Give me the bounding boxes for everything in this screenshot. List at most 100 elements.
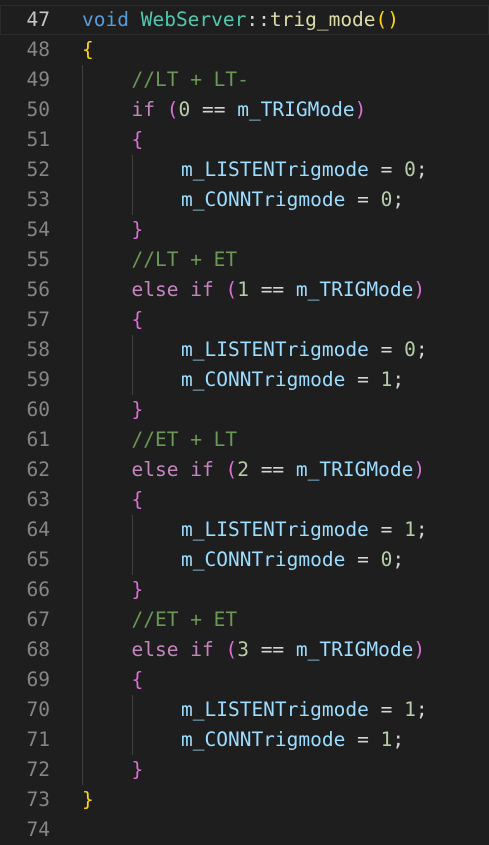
code-token: //ET + LT bbox=[131, 428, 238, 451]
code-token: { bbox=[82, 38, 94, 61]
code-token: 1 bbox=[380, 728, 393, 751]
code-token: 3 bbox=[237, 638, 249, 661]
code-token: //LT + ET bbox=[131, 248, 238, 271]
code-line[interactable]: 67 //ET + ET bbox=[0, 605, 489, 635]
indent-guide bbox=[82, 695, 83, 725]
line-code: m_LISTENTrigmode = 0; bbox=[181, 335, 428, 365]
code-line[interactable]: 64 m_LISTENTrigmode = 1; bbox=[0, 515, 489, 545]
code-token: = bbox=[345, 368, 381, 391]
code-line[interactable]: 74 bbox=[0, 815, 489, 845]
indent-guide bbox=[82, 305, 83, 335]
code-line[interactable]: 50 if (0 == m_TRIGMode) bbox=[0, 95, 489, 125]
code-token: :: bbox=[246, 8, 270, 31]
code-token: //ET + ET bbox=[131, 608, 238, 631]
code-line[interactable]: 61 //ET + LT bbox=[0, 425, 489, 455]
code-token: } bbox=[131, 218, 144, 241]
line-number: 71 bbox=[26, 728, 50, 751]
indent-guide bbox=[82, 125, 83, 155]
code-line[interactable]: 62 else if (2 == m_TRIGMode) bbox=[0, 455, 489, 485]
code-token: m_CONNTrigmode bbox=[181, 548, 346, 571]
code-line[interactable]: 55 //LT + ET bbox=[0, 245, 489, 275]
indent-guide bbox=[82, 425, 83, 455]
code-line[interactable]: 70 m_LISTENTrigmode = 1; bbox=[0, 695, 489, 725]
code-token: ( bbox=[225, 638, 238, 661]
line-code: } bbox=[132, 395, 144, 425]
code-token: if bbox=[190, 278, 214, 301]
code-line[interactable]: 68 else if (3 == m_TRIGMode) bbox=[0, 635, 489, 665]
code-line[interactable]: 63 { bbox=[0, 485, 489, 515]
code-token: ; bbox=[415, 158, 428, 181]
line-code: { bbox=[132, 665, 144, 695]
line-number: 54 bbox=[26, 218, 50, 241]
line-code: { bbox=[132, 125, 144, 155]
code-token: m_TRIGMode bbox=[295, 278, 414, 301]
code-token: { bbox=[131, 668, 144, 691]
code-token: ) bbox=[413, 458, 426, 481]
code-token: ; bbox=[415, 338, 428, 361]
code-line[interactable]: 72} bbox=[0, 755, 489, 785]
line-code: m_CONNTrigmode = 0; bbox=[181, 545, 404, 575]
code-token: else bbox=[131, 458, 179, 481]
code-line[interactable]: 69 { bbox=[0, 665, 489, 695]
line-number: 51 bbox=[26, 128, 50, 151]
code-line[interactable]: 49 //LT + LT- bbox=[0, 65, 489, 95]
indent-guide bbox=[82, 485, 83, 515]
indent-guide bbox=[82, 365, 83, 395]
code-line[interactable]: 53 m_CONNTrigmode = 0; bbox=[0, 185, 489, 215]
line-code: } bbox=[132, 755, 144, 785]
indent-guide bbox=[131, 185, 133, 215]
code-token: ) bbox=[413, 278, 426, 301]
code-token: == bbox=[248, 638, 296, 661]
code-line[interactable]: 51 { bbox=[0, 125, 489, 155]
line-number: 50 bbox=[26, 98, 50, 121]
code-line[interactable]: 48 { bbox=[0, 35, 489, 65]
line-number: 67 bbox=[26, 608, 50, 631]
code-token: ; bbox=[415, 698, 428, 721]
code-line[interactable]: 71 m_CONNTrigmode = 1; bbox=[0, 725, 489, 755]
code-token: ( bbox=[166, 98, 179, 121]
code-token: 0 bbox=[380, 188, 393, 211]
code-line[interactable]: 54} bbox=[0, 215, 489, 245]
indent-guide bbox=[82, 95, 83, 125]
line-number: 58 bbox=[26, 338, 50, 361]
line-number: 62 bbox=[26, 458, 50, 481]
line-number: 63 bbox=[26, 488, 50, 511]
code-token: else bbox=[131, 278, 179, 301]
code-token: } bbox=[131, 578, 144, 601]
code-line[interactable]: 57 { bbox=[0, 305, 489, 335]
code-token: ; bbox=[392, 728, 405, 751]
code-line[interactable]: 56 else if (1 == m_TRIGMode) bbox=[0, 275, 489, 305]
code-token: ) bbox=[354, 98, 367, 121]
code-line[interactable]: 52 m_LISTENTrigmode = 0; bbox=[0, 155, 489, 185]
indent-guide bbox=[131, 725, 133, 755]
code-token: ( bbox=[225, 458, 238, 481]
code-line[interactable]: 66} bbox=[0, 575, 489, 605]
code-line[interactable]: 73} bbox=[0, 785, 489, 815]
code-line[interactable]: 58 m_LISTENTrigmode = 0; bbox=[0, 335, 489, 365]
code-token: == bbox=[190, 98, 238, 121]
indent-guide bbox=[82, 155, 83, 185]
code-token: } bbox=[82, 788, 94, 811]
code-line[interactable]: 65 m_CONNTrigmode = 0; bbox=[0, 545, 489, 575]
code-token: = bbox=[345, 188, 381, 211]
code-line[interactable]: 47 void WebServer::trig_mode() bbox=[0, 5, 489, 35]
code-token: ( bbox=[225, 278, 238, 301]
line-number: 56 bbox=[26, 278, 50, 301]
code-token: m_CONNTrigmode bbox=[181, 368, 346, 391]
line-number: 57 bbox=[26, 308, 50, 331]
line-number: 48 bbox=[26, 38, 50, 61]
indent-guide bbox=[82, 395, 83, 425]
code-line[interactable]: 59 m_CONNTrigmode = 1; bbox=[0, 365, 489, 395]
line-code: else if (1 == m_TRIGMode) bbox=[132, 275, 426, 305]
code-token: } bbox=[131, 398, 144, 421]
code-editor[interactable]: 47 void WebServer::trig_mode() 48{49//LT +… bbox=[0, 5, 489, 845]
code-line[interactable]: 60} bbox=[0, 395, 489, 425]
code-token: = bbox=[368, 158, 405, 181]
code-token: WebServer bbox=[140, 8, 247, 31]
line-number: 55 bbox=[26, 248, 50, 271]
